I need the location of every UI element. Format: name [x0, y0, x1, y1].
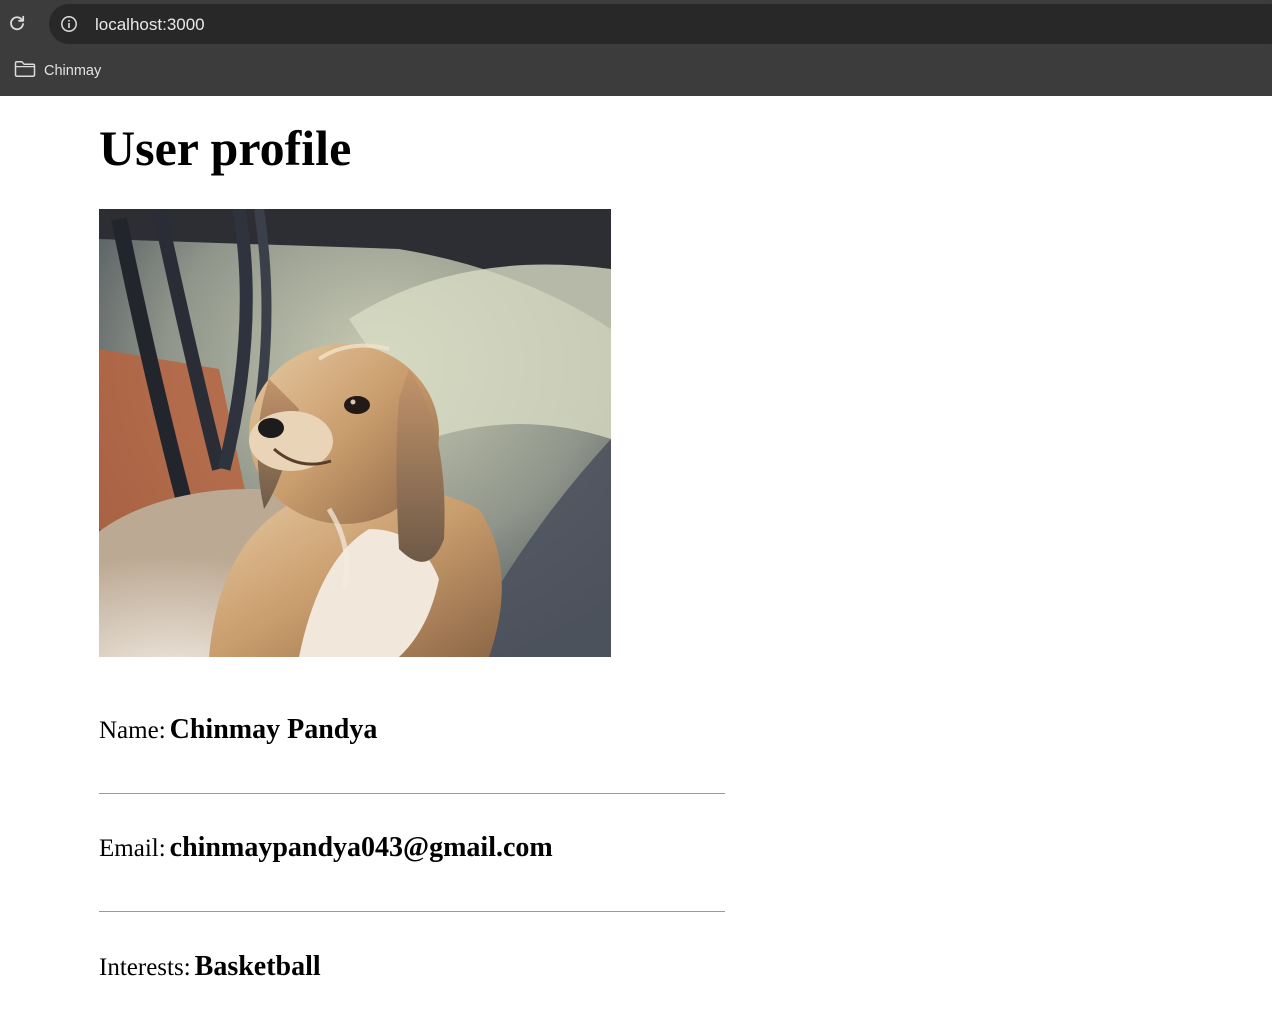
interests-value: Basketball: [194, 951, 321, 982]
email-label: Email:: [99, 835, 166, 862]
name-value: Chinmay Pandya: [169, 714, 378, 745]
bookmark-label: Chinmay: [44, 63, 102, 79]
email-field: Email: chinmaypandya043@gmail.com: [99, 832, 553, 864]
divider: [99, 793, 725, 794]
profile-photo: [99, 209, 611, 657]
interests-field: Interests: Basketball: [99, 951, 321, 983]
bookmark-chinmay[interactable]: Chinmay: [8, 57, 109, 85]
browser-toolbar: localhost:3000: [0, 0, 1272, 48]
address-bar[interactable]: localhost:3000: [49, 4, 1272, 44]
reload-icon[interactable]: [6, 12, 28, 34]
bookmarks-bar: Chinmay: [0, 48, 1272, 96]
interests-label: Interests:: [99, 954, 191, 981]
divider: [99, 911, 725, 912]
page-title: User profile: [99, 120, 352, 176]
info-icon[interactable]: [59, 14, 79, 34]
name-label: Name:: [99, 717, 166, 744]
page-content: User profile Name: Chinmay Pandya Email:…: [0, 96, 1272, 1012]
folder-icon: [14, 60, 36, 83]
email-value: chinmaypandya043@gmail.com: [169, 832, 553, 863]
name-field: Name: Chinmay Pandya: [99, 714, 377, 746]
url-text[interactable]: localhost:3000: [95, 14, 205, 35]
